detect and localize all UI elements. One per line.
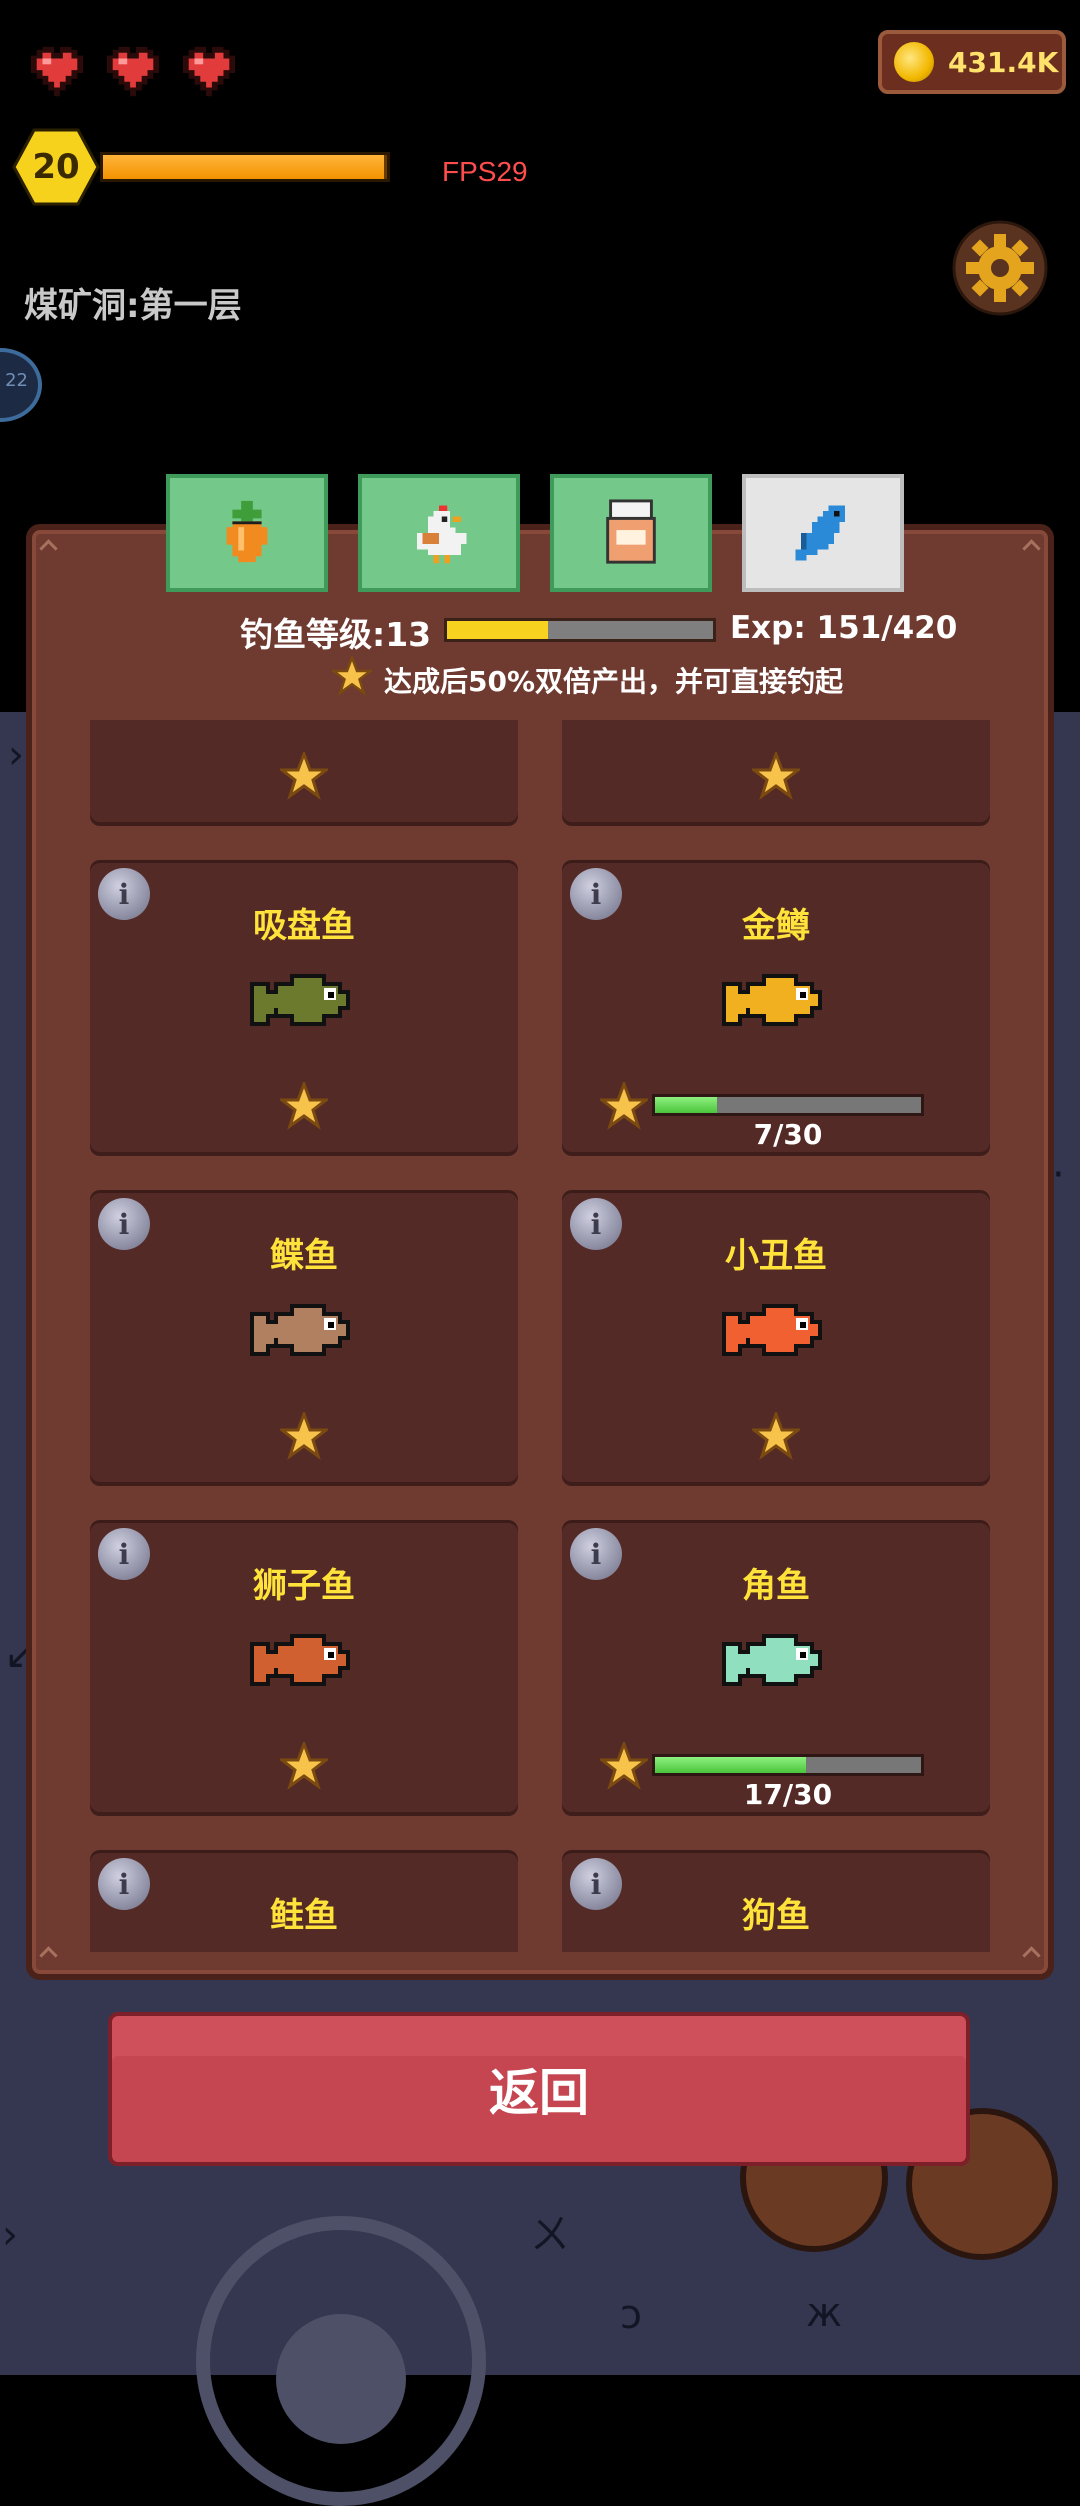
heart-icon [176, 44, 242, 102]
star-icon [277, 1409, 331, 1460]
fish-icon [716, 1950, 836, 1952]
level-badge: 20 [12, 128, 100, 206]
chicken-icon [417, 505, 467, 564]
fish-card[interactable]: i 狮子鱼 [90, 1520, 518, 1816]
joystick-knob[interactable] [276, 2314, 406, 2444]
return-button[interactable]: 返回 [108, 2012, 970, 2166]
catch-progress-text: 17/30 [743, 1778, 833, 1811]
fish-icon [795, 505, 845, 561]
fish-name: 鲑鱼 [270, 1896, 338, 1936]
star-icon [277, 749, 331, 800]
panel-corner [39, 539, 58, 558]
fish-icon [716, 960, 836, 1040]
side-badge-number: 22 [5, 370, 28, 391]
star-icon [329, 654, 375, 703]
health-hearts [24, 44, 242, 102]
star-icon [597, 1739, 651, 1790]
side-badge[interactable]: 22 [0, 348, 42, 422]
coin-amount: 431.4K [948, 45, 1059, 79]
fish-name: 小丑鱼 [725, 1236, 827, 1276]
catch-progress-fill [655, 1097, 718, 1113]
coin-icon [894, 42, 934, 82]
tab-animals[interactable] [358, 474, 520, 592]
ground-crack: ɔ [620, 2292, 642, 2338]
panel-corner [1022, 539, 1041, 558]
fish-card[interactable]: i 鲑鱼 [90, 1850, 518, 1952]
xp-bar [100, 152, 390, 182]
panel-corner [1022, 1946, 1041, 1965]
fishing-level-bar-fill [447, 621, 549, 639]
fish-icon [716, 1290, 836, 1370]
fishing-level-label: 钓鱼等级:13 [240, 615, 432, 654]
fps-counter: FPS29 [442, 156, 528, 187]
level-number: 20 [32, 147, 80, 187]
catch-progress-bar [652, 1754, 924, 1776]
heart-icon [24, 44, 90, 102]
fish-card[interactable]: i 吸盘鱼 [90, 860, 518, 1156]
location-label: 煤矿洞:第一层 [24, 286, 242, 326]
fish-name: 狗鱼 [742, 1896, 810, 1936]
tab-farming[interactable] [166, 474, 328, 592]
catch-progress-fill [655, 1757, 806, 1773]
panel-corner [39, 1946, 58, 1965]
ground-crack: › [2, 2212, 18, 2258]
ground-crack: ж [806, 2290, 843, 2336]
catch-progress-bar [652, 1094, 924, 1116]
fish-name: 鲽鱼 [270, 1236, 338, 1276]
carrot-icon [226, 500, 268, 563]
star-icon [277, 1739, 331, 1790]
gear-icon [952, 220, 1048, 316]
tab-fishing[interactable] [742, 474, 904, 592]
fish-card[interactable]: i 鲽鱼 [90, 1190, 518, 1486]
fish-card[interactable]: i [90, 720, 518, 826]
fish-icon [244, 1950, 364, 1952]
fish-name: 金鳟 [742, 906, 810, 946]
fish-collection-grid: iii吸盘鱼i金鳟7/30i鲽鱼i小丑鱼i狮子鱼i角鱼17/30i鲑鱼i狗鱼 [90, 720, 990, 1952]
tab-crafting[interactable] [550, 474, 712, 592]
fish-name: 狮子鱼 [253, 1566, 355, 1606]
star-icon [749, 1409, 803, 1460]
fish-name: 角鱼 [742, 1566, 810, 1606]
jar-icon [606, 499, 656, 564]
fish-icon [244, 1290, 364, 1370]
catch-progress-text: 7/30 [753, 1118, 823, 1151]
fishing-level-bar [444, 618, 716, 642]
heart-icon [100, 44, 166, 102]
fish-card[interactable]: i 金鳟 7/30 [562, 860, 990, 1156]
fish-card[interactable]: i [562, 720, 990, 826]
fish-card[interactable]: i 角鱼 17/30 [562, 1520, 990, 1816]
ground-crack: ㄨ [530, 2212, 570, 2258]
fish-icon [244, 960, 364, 1040]
star-icon [749, 749, 803, 800]
coin-counter: 431.4K [878, 30, 1066, 94]
fish-icon [716, 1620, 836, 1700]
settings-button[interactable] [952, 220, 1048, 316]
star-icon [277, 1079, 331, 1130]
fishing-exp-text: Exp: 151/420 [730, 610, 958, 646]
fish-icon [244, 1620, 364, 1700]
fish-card[interactable]: i 狗鱼 [562, 1850, 990, 1952]
mastery-hint: 达成后50%双倍产出，并可直接钓起 [329, 654, 844, 703]
fish-card[interactable]: i 小丑鱼 [562, 1190, 990, 1486]
ground-crack: › [8, 732, 24, 778]
mastery-hint-text: 达成后50%双倍产出，并可直接钓起 [384, 664, 844, 698]
fish-name: 吸盘鱼 [253, 906, 355, 946]
category-tabs [166, 474, 904, 592]
xp-bar-fill [103, 155, 385, 179]
return-button-label: 返回 [489, 2064, 589, 2122]
star-icon [597, 1079, 651, 1130]
